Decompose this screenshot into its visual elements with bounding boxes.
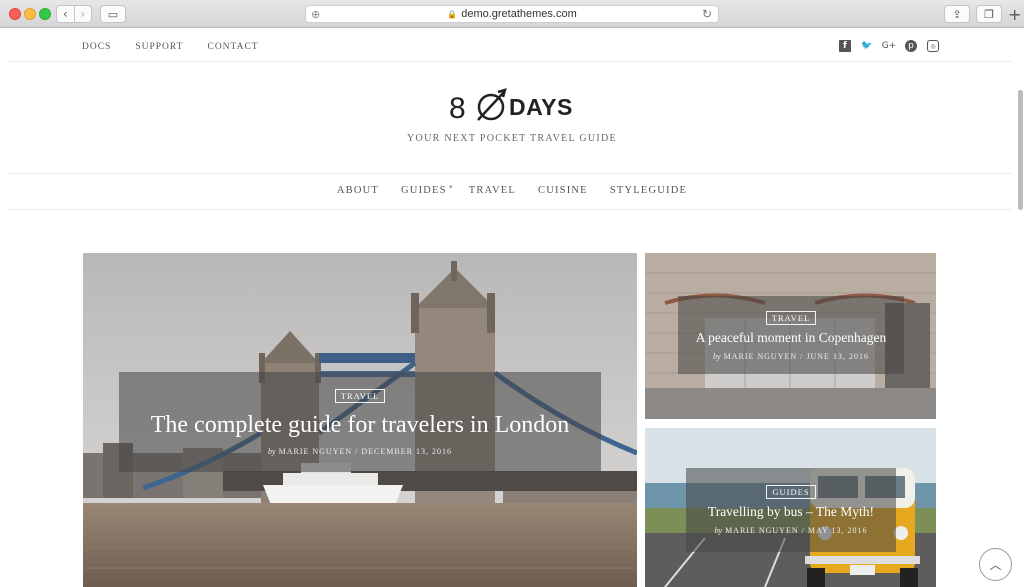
author-link[interactable]: MARIE NGUYEN bbox=[724, 352, 798, 361]
url-text: demo.gretathemes.com bbox=[461, 8, 577, 20]
by-label: by bbox=[713, 352, 721, 361]
back-icon[interactable]: ‹ bbox=[57, 6, 74, 22]
post-meta: by MARIE NGUYEN / JUNE 13, 2016 bbox=[713, 352, 869, 361]
logo-wordmark: DAYS bbox=[509, 94, 573, 120]
post-date: JUNE 13, 2016 bbox=[806, 352, 869, 361]
post-meta: by MARIE NGUYEN / MAY 13, 2016 bbox=[714, 526, 868, 535]
divider bbox=[8, 173, 1012, 174]
tab-overview-button[interactable]: ❐ bbox=[976, 5, 1002, 23]
nav-cuisine[interactable]: CUISINE bbox=[538, 185, 588, 196]
address-bar[interactable]: ⊕ 🔒 demo.gretathemes.com ↻ bbox=[305, 5, 719, 23]
browser-toolbar: ‹ › ▭ ⊕ 🔒 demo.gretathemes.com ↻ ⇪ ❐ + bbox=[0, 0, 1024, 28]
history-buttons: ‹ › bbox=[56, 5, 92, 23]
zoom-window-button[interactable] bbox=[39, 8, 51, 20]
divider bbox=[8, 209, 1012, 210]
nav-travel[interactable]: TRAVEL bbox=[469, 185, 516, 196]
close-window-button[interactable] bbox=[9, 8, 21, 20]
nav-guides[interactable]: GUIDES ▾ bbox=[401, 183, 453, 196]
sidebar-toggle-button[interactable]: ▭ bbox=[100, 5, 126, 23]
post-card[interactable]: TRAVEL A peaceful moment in Copenhagen b… bbox=[645, 253, 936, 419]
facebook-icon[interactable]: f bbox=[839, 40, 851, 52]
category-badge[interactable]: GUIDES bbox=[766, 485, 816, 499]
social-links: f 🐦 G+ p ◎ bbox=[839, 40, 939, 52]
minimize-window-button[interactable] bbox=[24, 8, 36, 20]
new-tab-button[interactable]: + bbox=[1008, 5, 1021, 24]
scroll-to-top-button[interactable]: ︿ bbox=[979, 548, 1012, 581]
chevron-up-icon: ︿ bbox=[989, 558, 1002, 572]
top-bar: DOCS SUPPORT CONTACT f 🐦 G+ p ◎ bbox=[0, 28, 1024, 62]
topnav-docs[interactable]: DOCS bbox=[82, 42, 111, 52]
topnav-contact[interactable]: CONTACT bbox=[207, 42, 258, 52]
nav-styleguide[interactable]: STYLEGUIDE bbox=[610, 185, 687, 196]
by-label: by bbox=[714, 526, 723, 535]
nav-guides-label: GUIDES bbox=[401, 185, 447, 196]
twitter-icon[interactable]: 🐦 bbox=[861, 40, 873, 52]
site-logo[interactable]: 8 DAYS bbox=[448, 88, 572, 124]
featured-post[interactable]: TRAVEL The complete guide for travelers … bbox=[83, 253, 637, 587]
post-date: MAY 13, 2016 bbox=[807, 526, 868, 535]
pinterest-icon[interactable]: p bbox=[905, 40, 917, 52]
site-tagline: YOUR NEXT POCKET TRAVEL GUIDE bbox=[407, 133, 617, 144]
lock-icon: 🔒 bbox=[447, 9, 458, 19]
post-caption: GUIDES Travelling by bus – The Myth! by M… bbox=[686, 468, 896, 552]
instagram-icon[interactable]: ◎ bbox=[927, 40, 939, 52]
topnav-support[interactable]: SUPPORT bbox=[135, 42, 183, 52]
google-plus-icon[interactable]: G+ bbox=[882, 40, 897, 52]
post-card[interactable]: GUIDES Travelling by bus – The Myth! by M… bbox=[645, 428, 936, 587]
post-caption: TRAVEL The complete guide for travelers … bbox=[119, 372, 601, 472]
author-link[interactable]: MARIE NGUYEN bbox=[279, 447, 353, 456]
post-caption: TRAVEL A peaceful moment in Copenhagen b… bbox=[678, 296, 904, 374]
page-scrollbar[interactable] bbox=[1018, 90, 1023, 210]
reload-icon[interactable]: ↻ bbox=[702, 7, 712, 21]
post-title[interactable]: A peaceful moment in Copenhagen bbox=[678, 330, 904, 346]
post-meta: by MARIE NGUYEN / DECEMBER 13, 2016 bbox=[268, 447, 452, 456]
post-date: DECEMBER 13, 2016 bbox=[361, 447, 452, 456]
post-title[interactable]: Travelling by bus – The Myth! bbox=[686, 504, 896, 520]
nav-about[interactable]: ABOUT bbox=[337, 185, 379, 196]
main-navigation: ABOUT GUIDES ▾ TRAVEL CUISINE STYLEGUIDE bbox=[0, 183, 1024, 196]
chevron-down-icon: ▾ bbox=[449, 183, 454, 191]
forward-icon[interactable]: › bbox=[73, 6, 92, 22]
share-button[interactable]: ⇪ bbox=[944, 5, 970, 23]
top-navigation: DOCS SUPPORT CONTACT bbox=[82, 42, 283, 52]
author-link[interactable]: MARIE NGUYEN bbox=[725, 526, 799, 535]
logo-globe-icon: 8 bbox=[449, 88, 507, 124]
by-label: by bbox=[268, 447, 276, 456]
category-badge[interactable]: TRAVEL bbox=[334, 389, 386, 403]
add-icon[interactable]: ⊕ bbox=[311, 8, 320, 21]
category-badge[interactable]: TRAVEL bbox=[765, 311, 817, 325]
divider bbox=[8, 61, 1012, 62]
post-title[interactable]: The complete guide for travelers in Lond… bbox=[119, 412, 601, 439]
svg-text:8: 8 bbox=[449, 92, 466, 124]
